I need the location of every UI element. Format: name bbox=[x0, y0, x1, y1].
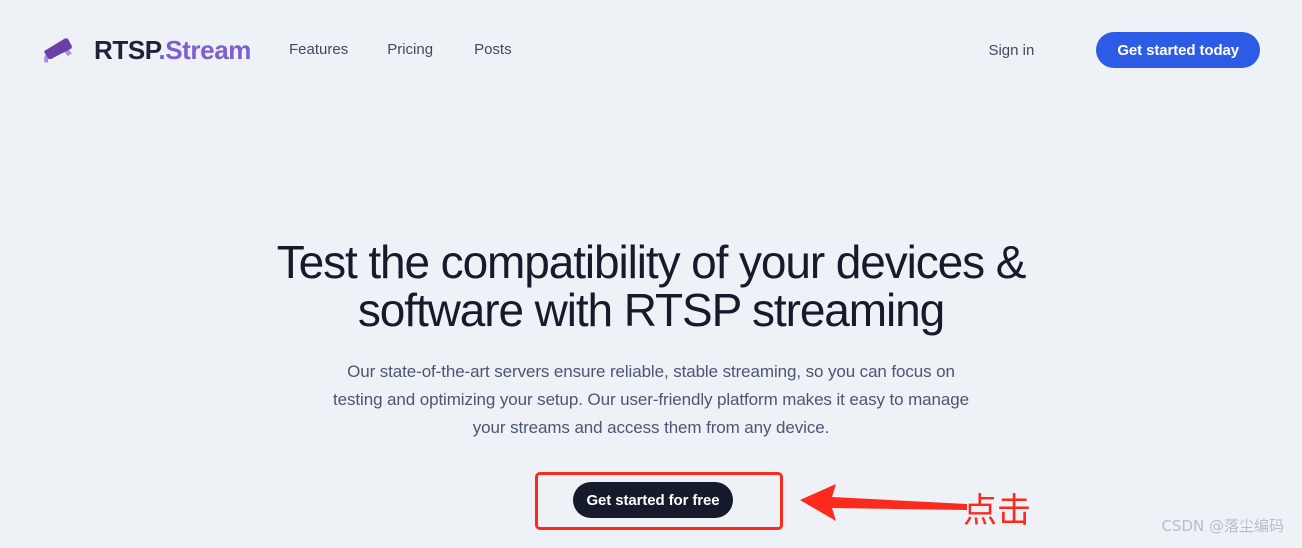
annotation-label: 点击 bbox=[963, 491, 1031, 531]
main-navigation: Features Pricing Posts bbox=[289, 41, 512, 59]
left-arrow-icon bbox=[800, 484, 967, 521]
nav-item-features[interactable]: Features bbox=[289, 41, 348, 59]
sign-in-link[interactable]: Sign in bbox=[988, 42, 1034, 59]
get-started-today-button[interactable]: Get started today bbox=[1096, 32, 1260, 68]
hero-heading-line-2: software with RTSP streaming bbox=[357, 284, 945, 336]
brand-title-accent: .Stream bbox=[158, 35, 251, 65]
page-root: RTSP.Stream Features Pricing Posts Sign … bbox=[0, 0, 1302, 548]
site-header: RTSP.Stream Features Pricing Posts Sign … bbox=[0, 0, 1302, 100]
hero-subtitle-line-3: your streams and access them from any de… bbox=[472, 418, 830, 437]
nav-item-posts[interactable]: Posts bbox=[474, 41, 512, 59]
header-actions: Sign in Get started today bbox=[988, 32, 1260, 68]
hero-subtitle-line-2: testing and optimizing your setup. Our u… bbox=[333, 390, 969, 409]
brand-logo-link[interactable]: RTSP.Stream bbox=[40, 24, 251, 76]
brand-title-primary: RTSP bbox=[94, 35, 159, 65]
hero-subtitle-line-1: Our state-of-the-art servers ensure reli… bbox=[347, 362, 955, 381]
nav-item-pricing[interactable]: Pricing bbox=[387, 41, 433, 59]
security-camera-icon bbox=[44, 38, 72, 63]
csdn-watermark: CSDN @落尘编码 bbox=[1161, 517, 1284, 535]
get-started-for-free-button[interactable]: Get started for free bbox=[573, 482, 733, 518]
hero-subtitle: Our state-of-the-art servers ensure reli… bbox=[0, 358, 1302, 442]
brand-title: RTSP.Stream bbox=[94, 37, 251, 63]
hero-heading: Test the compatibility of your devices &… bbox=[0, 238, 1302, 334]
hero-heading-line-1: Test the compatibility of your devices & bbox=[276, 236, 1027, 288]
